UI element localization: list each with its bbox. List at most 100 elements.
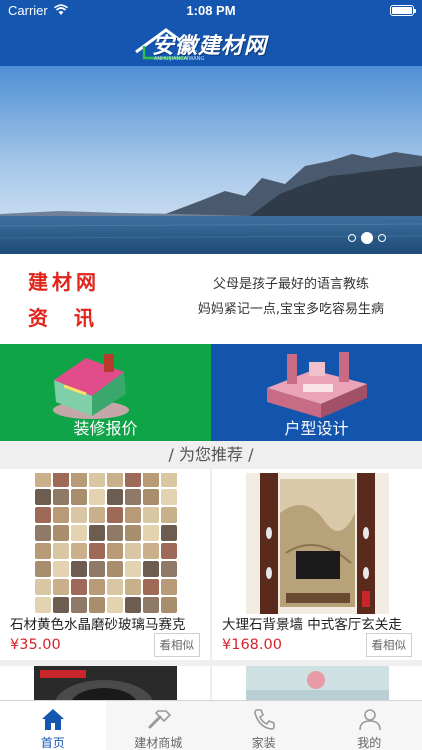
product-card[interactable] [212, 666, 422, 700]
mosaic-chip [89, 579, 105, 595]
news-logo-line1: 建材网 [28, 270, 100, 294]
mosaic-chip [143, 543, 159, 559]
tab-label: 家装 [251, 736, 276, 750]
mosaic-chip [89, 489, 105, 505]
news-item[interactable]: 父母是孩子最好的语言教练 [176, 272, 406, 297]
mosaic-chip [71, 525, 87, 541]
carousel-indicator[interactable] [348, 232, 386, 244]
mosaic-chip [35, 489, 51, 505]
mosaic-chip [71, 579, 87, 595]
mosaic-chip [125, 507, 141, 523]
mosaic-chip [125, 489, 141, 505]
product-name: 石材黄色水晶磨砂玻璃马赛克 [10, 617, 186, 633]
mosaic-chip [161, 525, 177, 541]
clock: 1:08 PM [186, 3, 236, 18]
news-item[interactable]: 妈妈紧记一点,宝宝多吃容易生病 [176, 297, 406, 322]
mosaic-chip [161, 579, 177, 595]
mosaic-chip [161, 597, 177, 613]
mosaic-chip [161, 489, 177, 505]
mosaic-chip [125, 597, 141, 613]
mosaic-chip [53, 489, 69, 505]
mosaic-chip [53, 543, 69, 559]
mosaic-chip [53, 579, 69, 595]
mosaic-chip [35, 543, 51, 559]
mosaic-chip [107, 525, 123, 541]
tab-home[interactable]: 首页 [0, 701, 106, 750]
tab-label: 我的 [357, 736, 382, 750]
mosaic-chip [143, 507, 159, 523]
mosaic-chip [53, 507, 69, 523]
mosaic-chip [35, 473, 51, 487]
tab-mine[interactable]: 我的 [317, 701, 422, 750]
tab-building-materials-mall[interactable]: 建材商城 [106, 701, 212, 750]
mosaic-chip [107, 473, 123, 487]
mosaic-chip [53, 597, 69, 613]
mosaic-chip [107, 597, 123, 613]
product-price: ¥35.00 [10, 637, 61, 653]
mosaic-chip [89, 597, 105, 613]
hammer-icon [148, 710, 171, 729]
mosaic-chip [107, 561, 123, 577]
site-logo[interactable]: ANHUIJIANCAIWANG 安徽建材网 [130, 24, 296, 62]
mosaic-chip [53, 561, 69, 577]
see-similar-button[interactable]: 看相似 [153, 633, 200, 657]
mosaic-chip [35, 561, 51, 577]
mosaic-chip [107, 543, 123, 559]
status-bar: Carrier 1:08 PM [0, 0, 422, 22]
factory-3d-icon [267, 352, 367, 418]
mosaic-chip [107, 489, 123, 505]
floorplan-design-tile[interactable]: 户型设计 [211, 344, 422, 441]
tab-home-decoration[interactable]: 家装 [211, 701, 317, 750]
mosaic-chip [161, 473, 177, 487]
renovation-quote-tile[interactable]: 装修报价 [0, 344, 211, 441]
product-card[interactable]: 大理石背景墙 中式客厅玄关走 ¥168.00 看相似 [212, 469, 422, 660]
mosaic-chip [161, 507, 177, 523]
mosaic-chip [35, 579, 51, 595]
news-logo-line2: 资讯 [28, 306, 120, 330]
user-icon [358, 709, 381, 731]
product-card[interactable]: 石材黄色水晶磨砂玻璃马赛克 ¥35.00 看相似 [0, 469, 210, 660]
mosaic-chip [125, 561, 141, 577]
row-divider [0, 660, 422, 666]
section-header: / 为您推荐 / [0, 441, 422, 469]
carousel-dot[interactable] [361, 232, 373, 244]
mosaic-chip [125, 473, 141, 487]
tile-label: 装修报价 [73, 419, 138, 438]
news-logo: 建材网 资讯 [26, 264, 122, 334]
mosaic-chip [143, 473, 159, 487]
mosaic-chip [89, 507, 105, 523]
product-name: 大理石背景墙 中式客厅玄关走 [222, 617, 402, 633]
house-3d-icon [53, 354, 129, 419]
see-similar-button[interactable]: 看相似 [365, 633, 412, 657]
news-list: 父母是孩子最好的语言教练 妈妈紧记一点,宝宝多吃容易生病 [176, 272, 406, 322]
product-price: ¥168.00 [222, 637, 282, 653]
mosaic-chip [71, 597, 87, 613]
mosaic-chip [143, 597, 159, 613]
mosaic-chip [161, 561, 177, 577]
mosaic-chip [125, 543, 141, 559]
carousel-dot[interactable] [348, 234, 356, 242]
mosaic-chip [125, 579, 141, 595]
mosaic-chip [89, 473, 105, 487]
mosaic-chip [107, 507, 123, 523]
product-image [246, 666, 389, 700]
mosaic-chip [35, 525, 51, 541]
mosaic-chip [143, 525, 159, 541]
mosaic-chip [35, 597, 51, 613]
battery-icon [390, 5, 416, 16]
mosaic-chip [89, 543, 105, 559]
product-image [246, 473, 389, 614]
carousel-dot[interactable] [378, 234, 386, 242]
home-icon [42, 709, 64, 730]
banner-carousel[interactable] [0, 66, 422, 254]
mosaic-chip [53, 473, 69, 487]
logo-text: 安徽建材网 [152, 33, 268, 59]
product-card[interactable] [0, 666, 210, 700]
mosaic-chip [107, 579, 123, 595]
mosaic-chip [71, 507, 87, 523]
mosaic-chip [143, 489, 159, 505]
mosaic-chip [53, 525, 69, 541]
mosaic-chip [143, 561, 159, 577]
mosaic-tile-image [35, 473, 177, 613]
mosaic-chip [71, 489, 87, 505]
